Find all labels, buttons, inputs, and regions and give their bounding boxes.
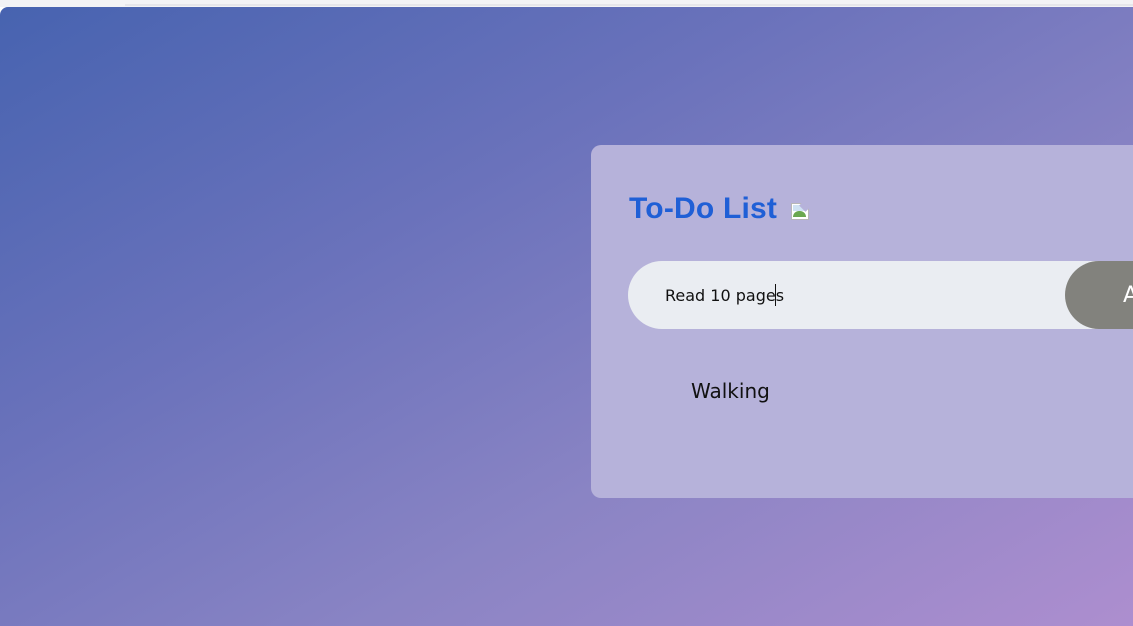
page-background: To-Do List A Walking: [0, 7, 1133, 626]
text-caret: [775, 284, 776, 306]
page-title: To-Do List: [629, 192, 778, 225]
task-list: Walking: [691, 377, 770, 405]
broken-image-icon: [790, 199, 812, 221]
task-input[interactable]: [628, 261, 1133, 329]
title-row: To-Do List: [629, 192, 812, 226]
input-row: A: [628, 261, 1133, 329]
task-item[interactable]: Walking: [691, 377, 770, 405]
add-task-button[interactable]: A: [1065, 261, 1133, 329]
browser-top-edge: [0, 0, 1133, 7]
todo-app-card: To-Do List A Walking: [591, 145, 1133, 498]
